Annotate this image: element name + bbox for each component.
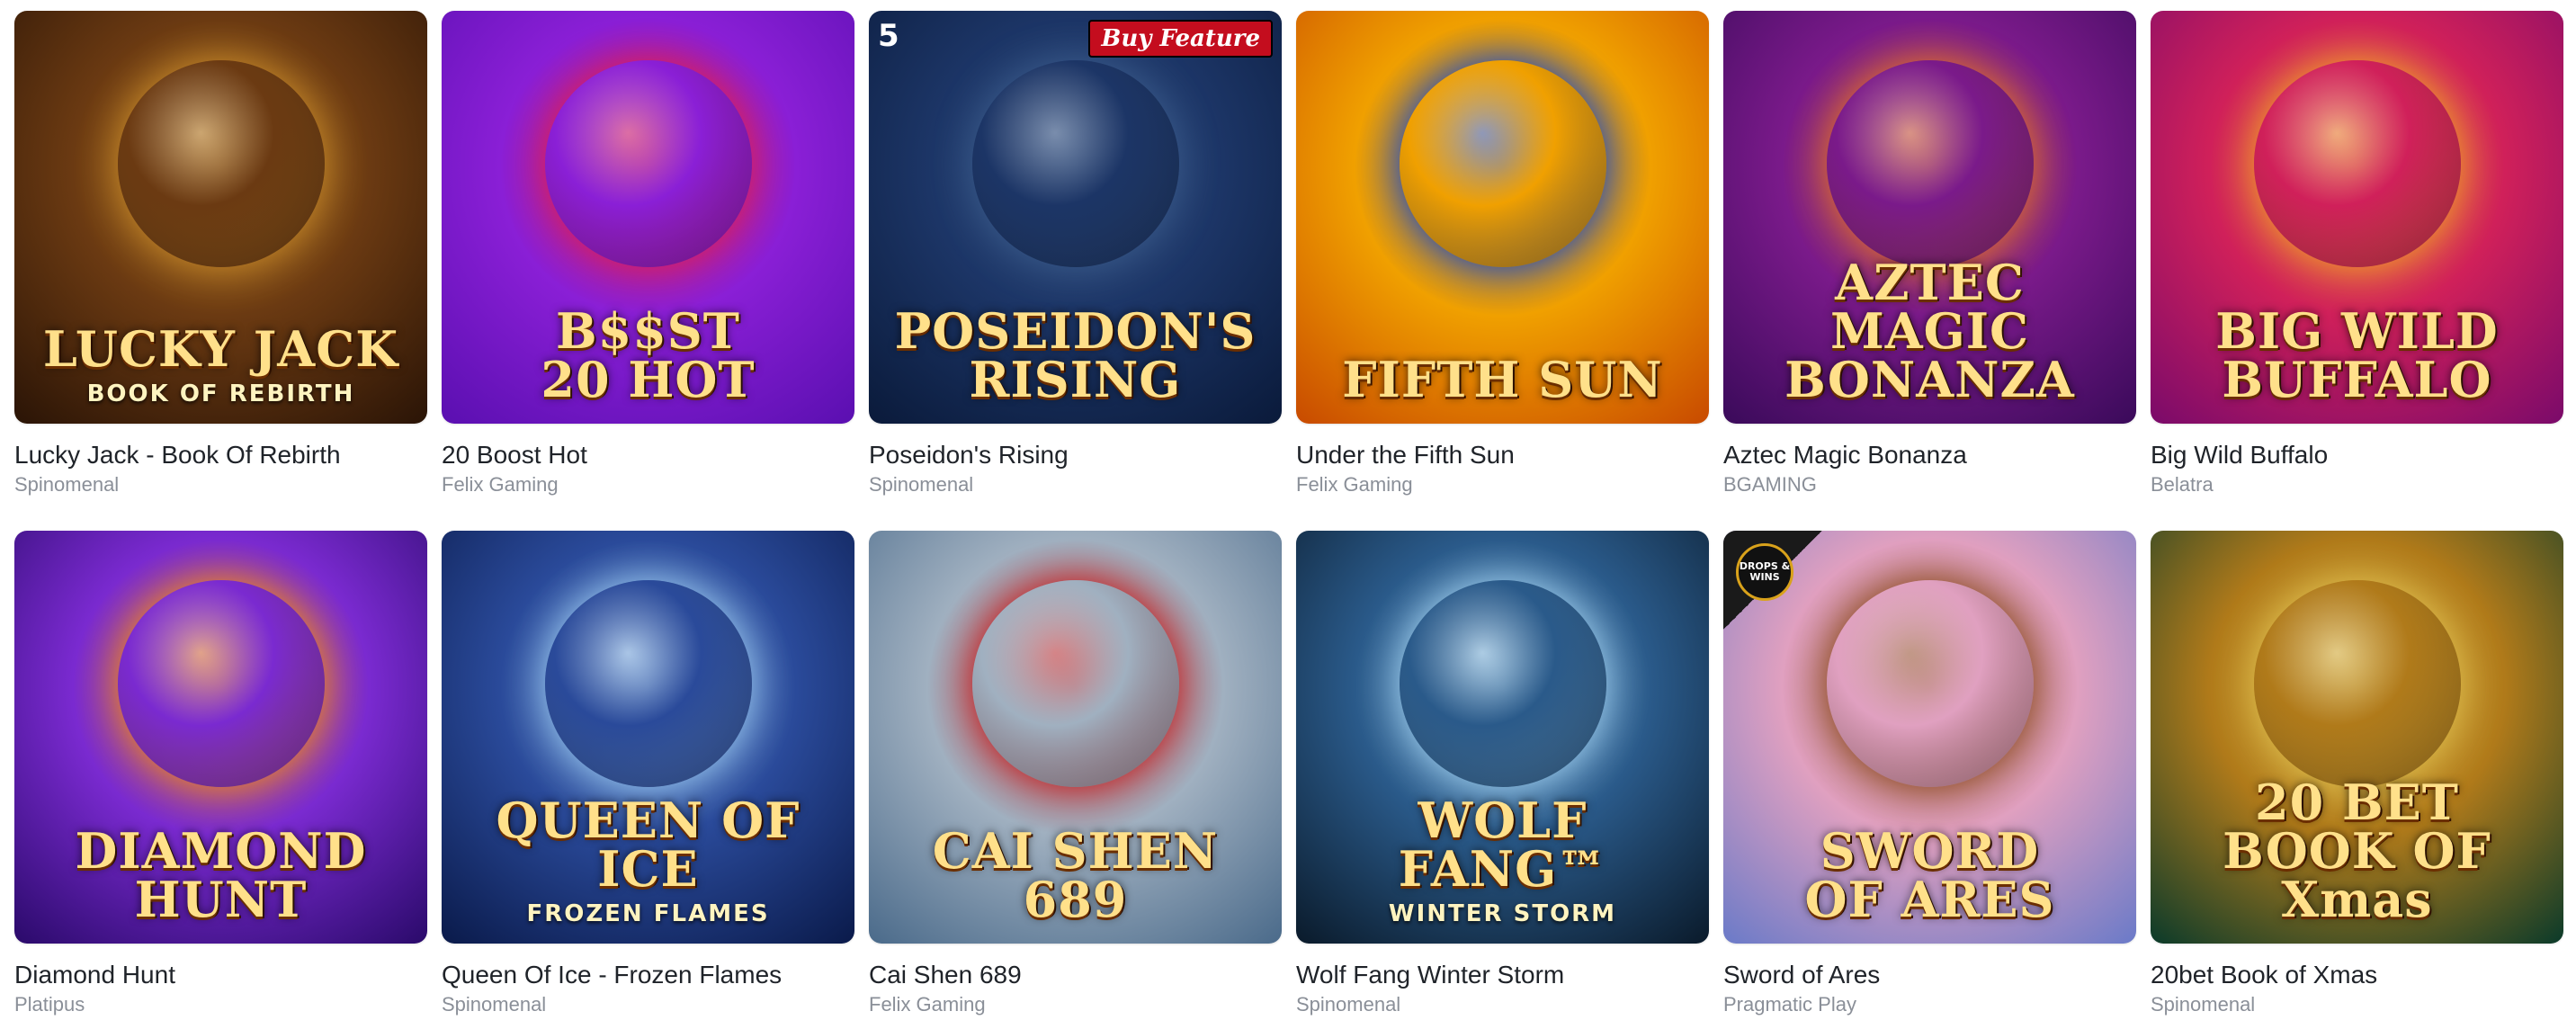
game-thumbnail[interactable]: FIFTH SUN: [1296, 11, 1709, 424]
artwork-subtitle: WINTER STORM: [1388, 900, 1617, 927]
game-name[interactable]: Aztec Magic Bonanza: [1723, 440, 2136, 470]
game-card[interactable]: QUEEN OF ICE FROZEN FLAMES Queen Of Ice - …: [442, 531, 854, 1029]
game-name[interactable]: Cai Shen 689: [869, 960, 1282, 990]
artwork-emblem: [1399, 579, 1606, 787]
artwork-title: CAI SHEN 689: [932, 822, 1219, 928]
artwork-emblem: [544, 59, 752, 267]
game-provider: Spinomenal: [442, 993, 547, 1016]
artwork-emblem: [971, 579, 1179, 787]
game-thumbnail[interactable]: AZTEC MAGIC BONANZA: [1723, 11, 2136, 424]
artwork-title: AZTEC MAGIC BONANZA: [1784, 254, 2075, 408]
game-provider: BGAMING: [1723, 473, 1817, 496]
game-provider: Felix Gaming: [442, 473, 559, 496]
game-thumbnail[interactable]: LUCKY JACK BOOK OF REBIRTH: [14, 11, 427, 424]
game-provider: Belatra: [2151, 473, 2214, 496]
game-thumbnail[interactable]: 20 BET BOOK OF Xmas: [2151, 531, 2563, 944]
game-card[interactable]: WOLF FANG™ WINTER STORM Wolf Fang Winter S…: [1296, 531, 1709, 1029]
game-card[interactable]: AZTEC MAGIC BONANZA Aztec Magic Bonanza BG…: [1723, 11, 2136, 509]
artwork-title: BIG WILD BUFFALO: [2215, 302, 2499, 408]
artwork-emblem: [1399, 59, 1606, 267]
artwork-emblem: [1826, 59, 2034, 267]
game-name[interactable]: Under the Fifth Sun: [1296, 440, 1709, 470]
game-thumbnail[interactable]: B$$ST 20 HOT: [442, 11, 854, 424]
game-name[interactable]: Big Wild Buffalo: [2151, 440, 2563, 470]
game-name[interactable]: 20bet Book of Xmas: [2151, 960, 2563, 990]
artwork-title: 20 BET BOOK OF Xmas: [2223, 774, 2491, 928]
game-provider: Pragmatic Play: [1723, 993, 1856, 1016]
game-thumbnail[interactable]: CAI SHEN 689: [869, 531, 1282, 944]
game-provider: Felix Gaming: [869, 993, 986, 1016]
artwork-title: B$$ST 20 HOT: [541, 302, 756, 408]
artwork-emblem: [2253, 59, 2461, 267]
game-name[interactable]: 20 Boost Hot: [442, 440, 854, 470]
game-card[interactable]: CAI SHEN 689 Cai Shen 689 Felix Gaming: [869, 531, 1282, 1029]
game-card[interactable]: 20 BET BOOK OF Xmas 20bet Book of Xmas Spi…: [2151, 531, 2563, 1029]
artwork-emblem: [971, 59, 1179, 267]
game-card[interactable]: Buy Feature 5 POSEIDON'S RISING Poseidon's …: [869, 11, 1282, 509]
artwork-emblem: [1826, 579, 2034, 787]
drops-wins-label: DROPS & WINS: [1736, 543, 1793, 601]
game-card[interactable]: LUCKY JACK BOOK OF REBIRTH Lucky Jack - Bo…: [14, 11, 427, 509]
game-thumbnail[interactable]: DROPS & WINS SWORD OF ARES: [1723, 531, 2136, 944]
artwork-title: WOLF FANG™: [1398, 792, 1607, 898]
artwork-emblem: [117, 579, 325, 787]
game-name[interactable]: Sword of Ares: [1723, 960, 2136, 990]
game-name[interactable]: Diamond Hunt: [14, 960, 427, 990]
artwork-title: FIFTH SUN: [1342, 351, 1663, 408]
game-provider: Felix Gaming: [1296, 473, 1413, 496]
game-provider: Spinomenal: [869, 473, 974, 496]
game-card[interactable]: FIFTH SUN Under the Fifth Sun Felix Gaming: [1296, 11, 1709, 509]
game-thumbnail[interactable]: BIG WILD BUFFALO: [2151, 11, 2563, 424]
game-name[interactable]: Queen Of Ice - Frozen Flames: [442, 960, 854, 990]
artwork-emblem: [117, 59, 325, 267]
artwork-emblem: [2253, 579, 2461, 787]
game-card[interactable]: DIAMOND HUNT Diamond Hunt Platipus: [14, 531, 427, 1029]
game-card[interactable]: BIG WILD BUFFALO Big Wild Buffalo Belatra: [2151, 11, 2563, 509]
corner-number-badge: 5: [878, 18, 899, 54]
game-thumbnail[interactable]: DIAMOND HUNT: [14, 531, 427, 944]
game-name[interactable]: Poseidon's Rising: [869, 440, 1282, 470]
artwork-title: QUEEN OF ICE: [496, 792, 801, 898]
games-grid: LUCKY JACK BOOK OF REBIRTH Lucky Jack - Bo…: [14, 11, 2569, 1029]
artwork-title: SWORD OF ARES: [1804, 822, 2055, 928]
artwork-title: LUCKY JACK: [42, 320, 399, 378]
buy-feature-badge: Buy Feature: [1088, 20, 1273, 58]
game-thumbnail[interactable]: QUEEN OF ICE FROZEN FLAMES: [442, 531, 854, 944]
drops-wins-badge: DROPS & WINS: [1723, 531, 1822, 630]
game-provider: Spinomenal: [14, 473, 120, 496]
artwork-subtitle: FROZEN FLAMES: [526, 900, 770, 927]
artwork-title: DIAMOND HUNT: [75, 822, 367, 928]
game-thumbnail[interactable]: Buy Feature 5 POSEIDON'S RISING: [869, 11, 1282, 424]
game-provider: Spinomenal: [2151, 993, 2256, 1016]
game-card[interactable]: B$$ST 20 HOT 20 Boost Hot Felix Gaming: [442, 11, 854, 509]
game-name[interactable]: Lucky Jack - Book Of Rebirth: [14, 440, 427, 470]
artwork-subtitle: BOOK OF REBIRTH: [86, 380, 355, 407]
artwork-title: POSEIDON'S RISING: [894, 302, 1257, 408]
game-card[interactable]: DROPS & WINS SWORD OF ARES Sword of Ares Pr…: [1723, 531, 2136, 1029]
artwork-emblem: [544, 579, 752, 787]
game-provider: Spinomenal: [1296, 993, 1401, 1016]
game-name[interactable]: Wolf Fang Winter Storm: [1296, 960, 1709, 990]
game-provider: Platipus: [14, 993, 85, 1016]
game-thumbnail[interactable]: WOLF FANG™ WINTER STORM: [1296, 531, 1709, 944]
